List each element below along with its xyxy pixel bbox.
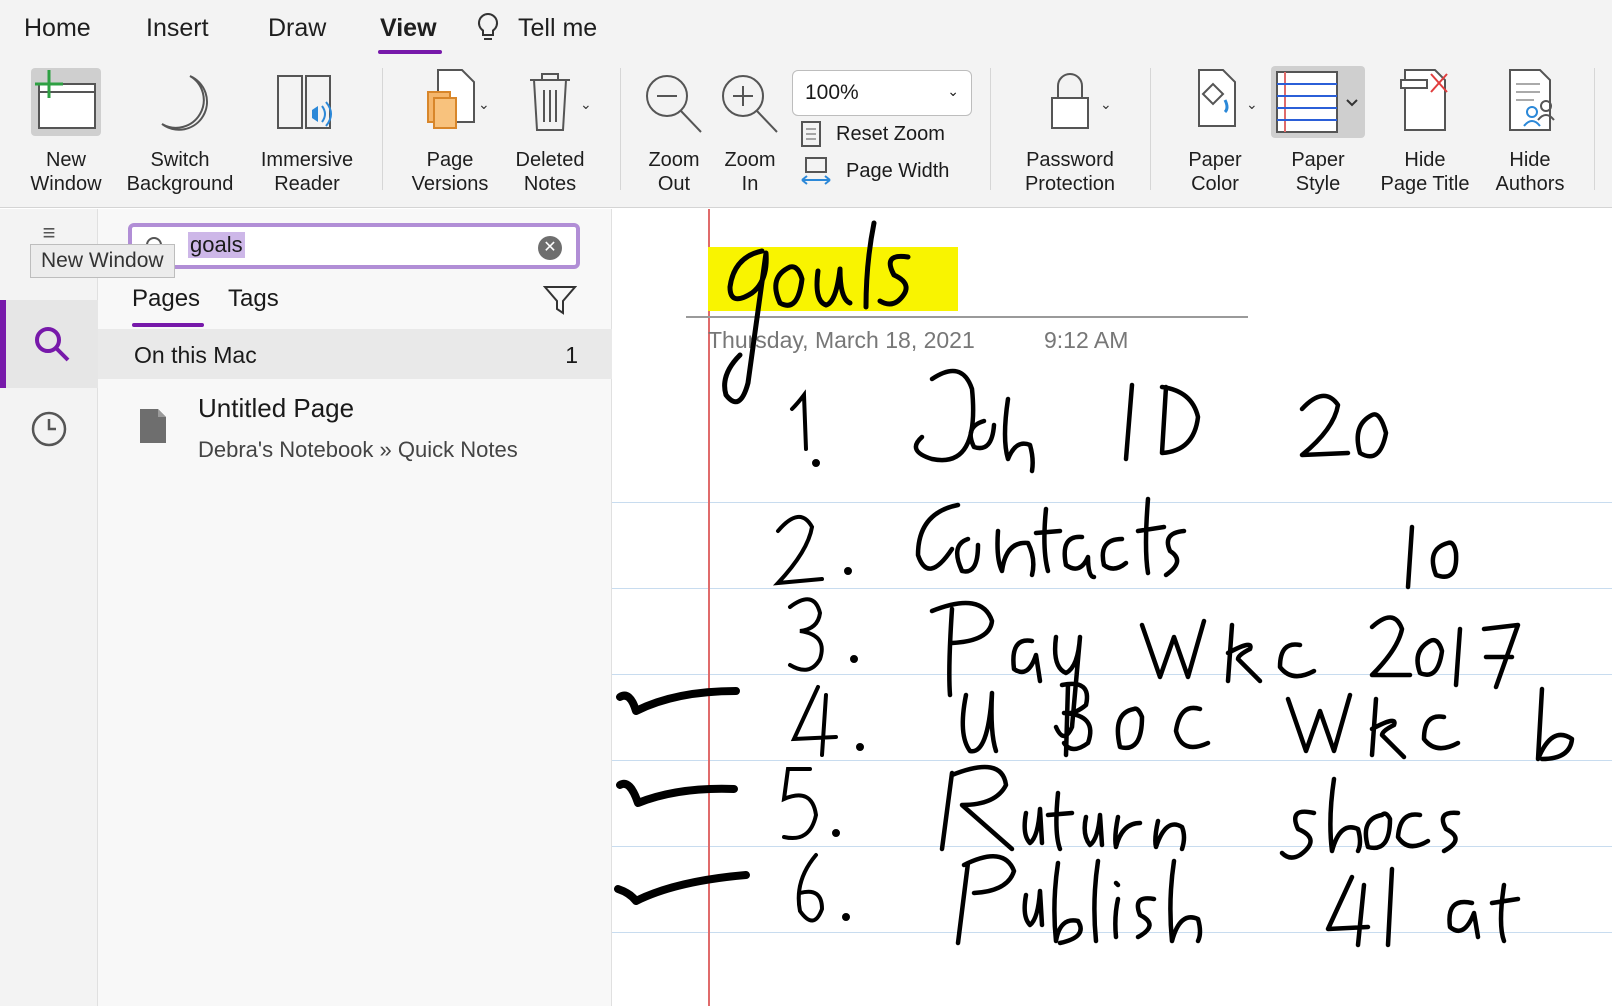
paper-color-dropdown-chevron-icon[interactable]: ⌄: [1246, 96, 1258, 113]
new-window-icon: [22, 66, 110, 146]
ribbon-separator: [1150, 68, 1151, 190]
search-nav-button[interactable]: [0, 300, 98, 388]
zoom-level-select[interactable]: 100% ⌄: [792, 70, 972, 116]
tab-home[interactable]: Home: [24, 14, 91, 43]
chevron-down-icon: ⌄: [947, 83, 959, 99]
ribbon: New Window Switch Background Immersive R…: [0, 58, 1612, 208]
ink-title: [722, 220, 911, 405]
page-icon: [138, 407, 168, 450]
password-dropdown-chevron-icon[interactable]: ⌄: [1100, 96, 1112, 113]
page-width-button[interactable]: Page Width: [800, 156, 949, 186]
tab-draw[interactable]: Draw: [268, 14, 326, 43]
immersive-reader-icon: [250, 66, 364, 146]
result-title: Untitled Page: [198, 393, 355, 423]
hide-page-title-button[interactable]: Hide Page Title: [1370, 66, 1480, 196]
result-path: Debra's Notebook » Quick Notes: [198, 437, 518, 462]
lock-icon: [1010, 66, 1130, 146]
active-tab-indicator: [378, 50, 442, 54]
clear-search-icon[interactable]: ✕: [538, 236, 562, 260]
tab-view[interactable]: View: [380, 14, 437, 43]
ribbon-separator: [382, 68, 383, 190]
hide-authors-icon: [1480, 66, 1580, 146]
paper-style-icon: [1268, 66, 1368, 146]
new-window-button[interactable]: New Window: [22, 66, 110, 196]
page-canvas[interactable]: Thursday, March 18, 2021 9:12 AM: [612, 209, 1612, 1006]
ribbon-separator: [620, 68, 621, 190]
lightbulb-icon: [476, 12, 500, 51]
ink-line-numbers: [772, 389, 864, 923]
immersive-reader-button[interactable]: Immersive Reader: [250, 66, 364, 196]
hide-page-title-icon: [1370, 66, 1480, 146]
result-count: 1: [565, 342, 578, 368]
switch-background-button[interactable]: Switch Background: [118, 66, 242, 196]
active-tab-indicator: [132, 323, 204, 327]
recent-nav-button[interactable]: [0, 385, 98, 473]
page-width-icon: [801, 157, 831, 185]
tab-tell-me[interactable]: Tell me: [518, 14, 597, 43]
ink-line-text: [913, 368, 1575, 948]
search-scope-row[interactable]: On this Mac 1: [98, 329, 612, 379]
ribbon-separator: [1594, 68, 1595, 190]
search-pane: goals ✕ Pages Tags On this Mac 1 Untitle…: [98, 209, 612, 1006]
zoom-in-button[interactable]: Zoom In: [708, 66, 792, 196]
tab-insert[interactable]: Insert: [146, 14, 209, 43]
paper-style-button[interactable]: Paper Style: [1268, 66, 1368, 196]
zoom-in-icon: [708, 66, 792, 146]
navigation-rail: ≡: [0, 209, 98, 1006]
reset-zoom-icon: [801, 121, 821, 147]
ink-checkmarks: [614, 687, 750, 905]
tab-pages[interactable]: Pages: [132, 285, 200, 313]
page-versions-button[interactable]: Page Versions: [400, 66, 500, 196]
zoom-out-icon: [632, 66, 716, 146]
handwriting-ink: [614, 220, 1575, 948]
menu-tab-bar: Home Insert Draw View Tell me: [0, 0, 1612, 58]
clock-icon: [31, 411, 67, 447]
tooltip: New Window: [30, 244, 175, 278]
search-scope-label: On this Mac: [134, 342, 257, 368]
zoom-out-button[interactable]: Zoom Out: [632, 66, 716, 196]
deleted-notes-dropdown-chevron-icon[interactable]: ⌄: [580, 96, 592, 113]
paper-color-button[interactable]: Paper Color: [1160, 66, 1270, 196]
hide-authors-button[interactable]: Hide Authors: [1480, 66, 1580, 196]
page-versions-dropdown-chevron-icon[interactable]: ⌄: [478, 96, 490, 113]
password-protection-button[interactable]: Password Protection: [1010, 66, 1130, 196]
ribbon-separator: [990, 68, 991, 190]
search-icon: [35, 327, 70, 362]
tab-tags[interactable]: Tags: [228, 285, 279, 313]
reset-zoom-button[interactable]: Reset Zoom: [800, 120, 945, 148]
moon-icon: [118, 66, 242, 146]
filter-icon[interactable]: [542, 283, 578, 322]
search-query-text: goals: [188, 232, 245, 258]
search-input[interactable]: goals ✕: [128, 223, 580, 269]
notebooks-icon: ≡: [42, 220, 56, 245]
list-item[interactable]: Untitled Page Debra's Notebook » Quick N…: [98, 387, 612, 477]
deleted-notes-button[interactable]: Deleted Notes: [500, 66, 600, 196]
